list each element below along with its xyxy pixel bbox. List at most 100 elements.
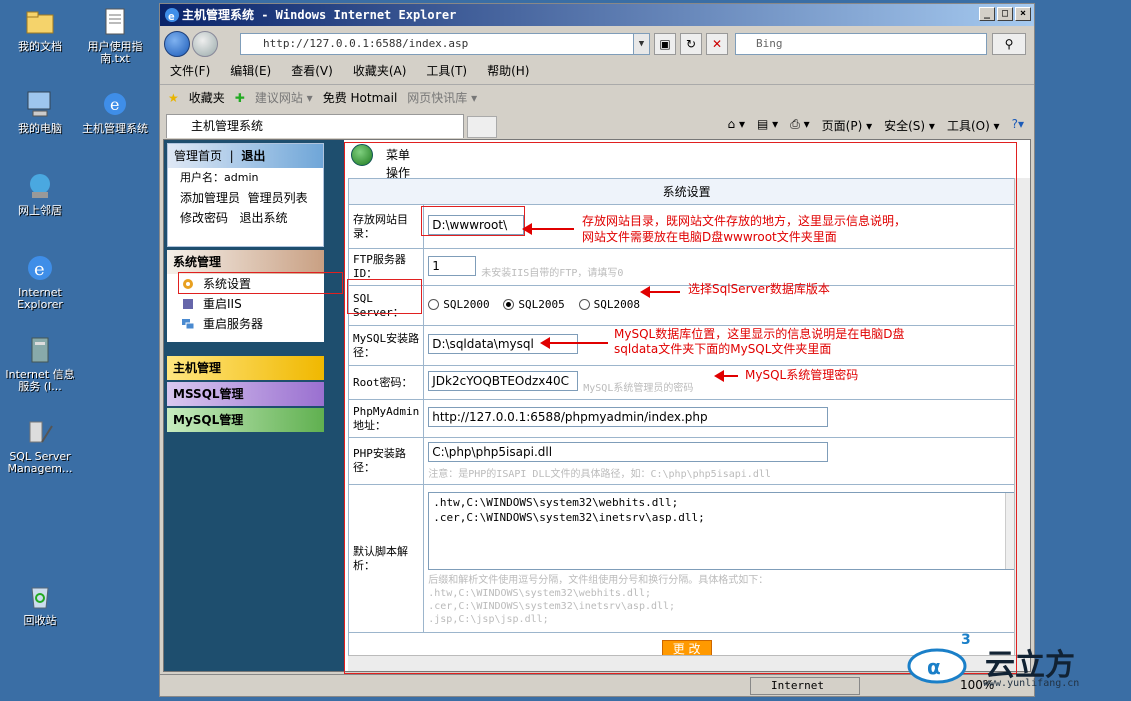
desktop-icon-my-computer[interactable]: 我的电脑 <box>2 88 78 135</box>
desktop-icon-label: SQL Server Managem... <box>7 450 73 475</box>
recycle-bin-icon <box>24 580 56 612</box>
print-icon[interactable]: ⎙ ▾ <box>790 117 809 134</box>
desktop-icon-iis[interactable]: Internet 信息服务 (I... <box>2 334 78 393</box>
menu-edit[interactable]: 编辑(E) <box>230 60 271 82</box>
cloud-logo-icon: α 3 <box>905 632 975 686</box>
desktop-icon-network[interactable]: 网上邻居 <box>2 170 78 217</box>
ie-icon: e <box>24 252 56 284</box>
server-icon <box>181 317 195 331</box>
desktop-icon-label: 用户使用指南.txt <box>87 40 143 65</box>
address-row: http://127.0.0.1:6588/index.asp ▼ ▣ ↻ ✕ … <box>160 28 1034 60</box>
menu-view[interactable]: 查看(V) <box>291 60 333 82</box>
sidebar-section-host[interactable]: 主机管理 <box>167 356 324 380</box>
folder-icon <box>24 6 56 38</box>
sidebar-links-row: 修改密码 退出系统 <box>168 208 323 228</box>
computer-icon <box>24 88 56 120</box>
menu-favorites[interactable]: 收藏夹(A) <box>353 60 407 82</box>
tab-host-system[interactable]: 主机管理系统 <box>166 114 464 138</box>
search-input[interactable]: Bing <box>735 33 987 55</box>
admin-list-link[interactable]: 管理员列表 <box>248 191 308 205</box>
minimize-button[interactable]: _ <box>979 7 995 21</box>
command-bar: ⌂ ▾ ▤ ▾ ⎙ ▾ 页面(P) ▾ 安全(S) ▾ 工具(O) ▾ ?▾ <box>728 117 1024 134</box>
sidebar-section-mysql[interactable]: MySQL管理 <box>167 408 324 432</box>
svg-text:e: e <box>34 259 45 280</box>
system-management-header: 系统管理 <box>167 250 324 274</box>
star-icon: ★ <box>168 90 179 105</box>
refresh-button[interactable]: ↻ <box>680 33 702 55</box>
help-icon[interactable]: ?▾ <box>1012 117 1024 134</box>
annotation-root: MySQL系统管理密码 <box>745 368 859 382</box>
exit-system-link[interactable]: 退出系统 <box>239 211 287 225</box>
desktop-icon-my-documents[interactable]: 我的文档 <box>2 6 78 53</box>
desktop-icon-label: 我的电脑 <box>18 122 62 135</box>
desktop-icon-label: Internet Explorer <box>17 286 63 311</box>
sidebar-item-restart-server[interactable]: 重启服务器 <box>167 314 324 334</box>
title-bar: e 主机管理系统 - Windows Internet Explorer _ □… <box>160 4 1034 26</box>
desktop-icon-label: 网上邻居 <box>18 204 62 217</box>
favorites-add-icon[interactable]: ✚ <box>235 91 245 105</box>
compat-view-button[interactable]: ▣ <box>654 33 676 55</box>
status-bar: Internet 100% <box>160 674 1034 696</box>
desktop-icon-label: 回收站 <box>23 614 57 627</box>
desktop-icon-user-guide[interactable]: 用户使用指南.txt <box>77 6 153 65</box>
sidebar-links-row: 添加管理员 管理员列表 <box>168 188 323 208</box>
change-password-link[interactable]: 修改密码 <box>180 211 228 225</box>
desktop-icon-ie[interactable]: e Internet Explorer <box>2 252 78 311</box>
favorites-button[interactable]: 收藏夹 <box>189 89 225 106</box>
feeds-icon[interactable]: ▤ ▾ <box>757 117 778 134</box>
stop-button[interactable]: ✕ <box>706 33 728 55</box>
close-button[interactable]: × <box>1015 7 1031 21</box>
search-button[interactable]: ⚲ <box>992 33 1026 55</box>
home-link[interactable]: 管理首页 <box>174 149 222 163</box>
forward-button[interactable] <box>192 31 218 57</box>
sidebar-account-box: 管理首页 | 退出 用户名：admin 添加管理员 管理员列表 修改密码 退出系… <box>167 143 324 247</box>
desktop-icon-sql-server[interactable]: SQL Server Managem... <box>2 416 78 475</box>
new-tab-button[interactable] <box>467 116 497 138</box>
menu-tools[interactable]: 工具(T) <box>426 60 467 82</box>
annotation-arrow <box>522 223 574 235</box>
address-text: http://127.0.0.1:6588/index.asp <box>263 37 469 50</box>
chevron-down-icon[interactable]: ▼ <box>633 34 649 54</box>
ie-shortcut-icon: e <box>99 88 131 120</box>
safety-menu[interactable]: 安全(S) ▾ <box>884 117 935 134</box>
sidebar-item-label: 重启服务器 <box>203 317 264 331</box>
sidebar-item-label: 重启IIS <box>203 297 242 311</box>
text-file-icon <box>99 6 131 38</box>
tools-menu[interactable]: 工具(O) ▾ <box>947 117 1000 134</box>
desktop-icon-recycle-bin[interactable]: 回收站 <box>2 580 78 627</box>
annotation-arrow <box>640 286 680 298</box>
home-icon[interactable]: ⌂ ▾ <box>728 117 745 134</box>
sidebar-item-restart-iis[interactable]: 重启IIS <box>167 294 324 314</box>
annotation-arrow <box>540 337 608 349</box>
annotation-site-dir-1: 存放网站目录，既网站文件存放的地方，这里显示信息说明， <box>582 214 907 228</box>
ie-icon: e <box>164 7 180 23</box>
menu-bar: 文件(F) 编辑(E) 查看(V) 收藏夹(A) 工具(T) 帮助(H) <box>160 60 1034 82</box>
address-bar[interactable]: http://127.0.0.1:6588/index.asp ▼ <box>240 33 650 55</box>
fav-web-slice[interactable]: 网页快讯库 ▾ <box>407 89 477 106</box>
logout-link[interactable]: 退出 <box>241 149 265 163</box>
tab-bar: 主机管理系统 ⌂ ▾ ▤ ▾ ⎙ ▾ 页面(P) ▾ 安全(S) ▾ 工具(O)… <box>160 112 1034 138</box>
maximize-button[interactable]: □ <box>997 7 1013 21</box>
annotation-box-site-dir <box>421 206 525 236</box>
page-menu[interactable]: 页面(P) ▾ <box>822 117 872 134</box>
sidebar: 管理首页 | 退出 用户名：admin 添加管理员 管理员列表 修改密码 退出系… <box>164 140 344 671</box>
watermark-url: www.yunlifang.cn <box>983 678 1080 689</box>
back-button[interactable] <box>164 31 190 57</box>
sql-server-icon <box>24 416 56 448</box>
logo-superscript: 3 <box>961 632 971 648</box>
username-label: 用户名：admin <box>180 171 259 184</box>
desktop-icon-host-system[interactable]: e 主机管理系统 <box>77 88 153 135</box>
annotation-box-system-settings <box>178 272 343 294</box>
sidebar-section-mssql[interactable]: MSSQL管理 <box>167 382 324 406</box>
desktop-icon-label: 主机管理系统 <box>82 122 148 135</box>
system-management-box: 系统管理 系统设置 重启IIS 重启服务器 <box>167 250 324 342</box>
fav-suggested-sites[interactable]: 建议网站 ▾ <box>255 89 313 106</box>
menu-help[interactable]: 帮助(H) <box>487 60 529 82</box>
menu-file[interactable]: 文件(F) <box>170 60 210 82</box>
fav-hotmail[interactable]: 免费 Hotmail <box>323 89 398 106</box>
svg-text:α: α <box>927 655 941 679</box>
annotation-mysql-1: MySQL数据库位置，这里显示的信息说明是在电脑D盘 <box>614 327 905 341</box>
watermark: α 3 云立方 www.yunlifang.cn <box>905 632 1125 696</box>
desktop-icon-label: 我的文档 <box>18 40 62 53</box>
add-admin-link[interactable]: 添加管理员 <box>180 191 240 205</box>
